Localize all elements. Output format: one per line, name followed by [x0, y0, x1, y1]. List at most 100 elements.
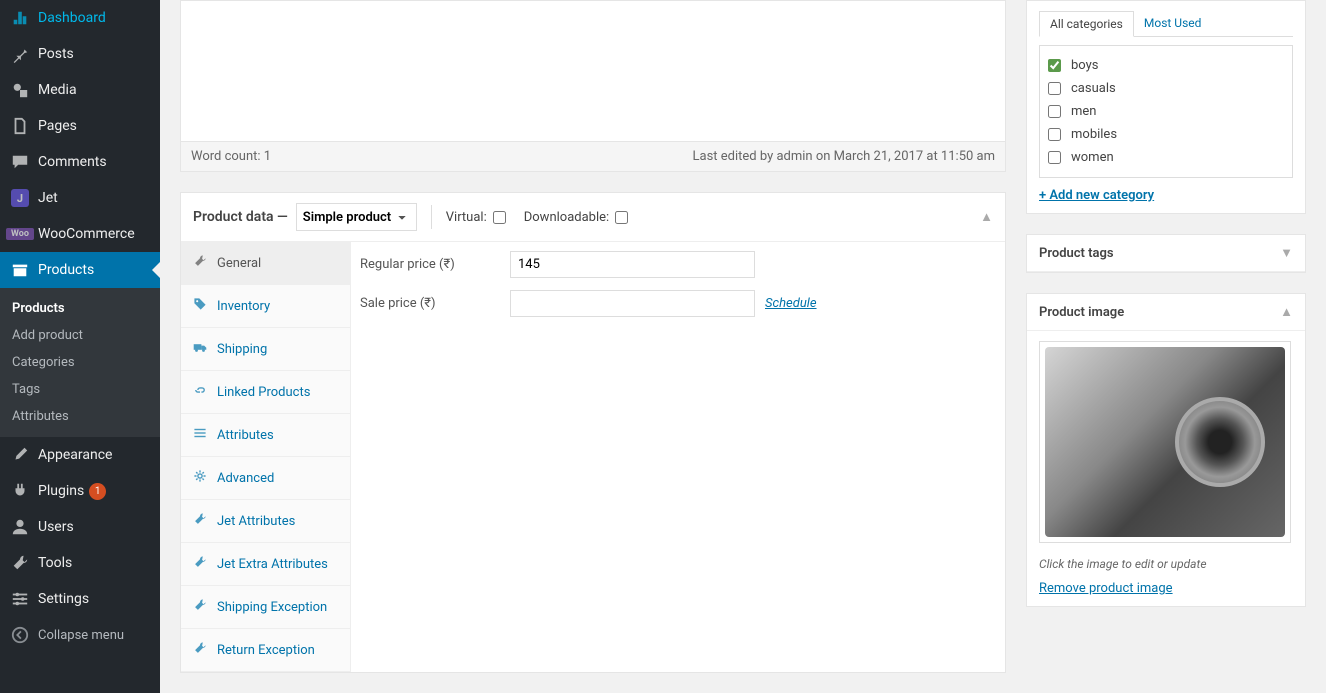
menu-appearance[interactable]: Appearance — [0, 437, 160, 473]
add-new-category-link[interactable]: + Add new category — [1039, 188, 1293, 203]
downloadable-label: Downloadable: — [524, 210, 609, 225]
panel-toggle[interactable]: ▲ — [1280, 304, 1293, 320]
menu-label: Settings — [38, 591, 89, 607]
editor-content[interactable] — [181, 1, 1005, 141]
list-icon — [193, 426, 209, 444]
tab-shipping-exception[interactable]: Shipping Exception — [181, 586, 350, 629]
comment-icon — [10, 152, 30, 172]
archive-icon — [10, 260, 30, 280]
menu-label: Tools — [38, 555, 72, 571]
tab-inventory[interactable]: Inventory — [181, 285, 350, 328]
category-checkbox[interactable] — [1048, 59, 1061, 72]
category-item[interactable]: casuals — [1048, 77, 1284, 100]
category-item[interactable]: men — [1048, 100, 1284, 123]
media-icon — [10, 80, 30, 100]
main-content: Word count: 1 Last edited by admin on Ma… — [160, 0, 1326, 693]
category-checkbox[interactable] — [1048, 82, 1061, 95]
tab-jet-attributes[interactable]: Jet Attributes — [181, 500, 350, 543]
menu-tools[interactable]: Tools — [0, 545, 160, 581]
product-data-header: Product data — Simple product Virtual: D… — [181, 193, 1005, 242]
menu-label: Plugins — [38, 483, 84, 499]
menu-comments[interactable]: Comments — [0, 144, 160, 180]
menu-users[interactable]: Users — [0, 509, 160, 545]
category-checkbox[interactable] — [1048, 151, 1061, 164]
submenu-attributes[interactable]: Attributes — [0, 403, 160, 430]
pages-icon — [10, 116, 30, 136]
category-item[interactable]: boys — [1048, 54, 1284, 77]
woo-icon: Woo — [10, 224, 30, 244]
tab-most-used[interactable]: Most Used — [1134, 11, 1212, 36]
pin-icon — [10, 44, 30, 64]
menu-settings[interactable]: Settings — [0, 581, 160, 617]
brush-icon — [10, 445, 30, 465]
wrench-icon — [193, 641, 209, 659]
category-checkbox[interactable] — [1048, 128, 1061, 141]
separator — [431, 205, 432, 229]
menu-label: Media — [38, 82, 77, 98]
camera-image — [1045, 347, 1285, 537]
category-item[interactable]: women — [1048, 146, 1284, 169]
menu-pages[interactable]: Pages — [0, 108, 160, 144]
editor-footer: Word count: 1 Last edited by admin on Ma… — [181, 141, 1005, 171]
collapse-label: Collapse menu — [38, 628, 124, 643]
panel-toggle[interactable]: ▲ — [980, 209, 993, 225]
plug-icon — [10, 481, 30, 501]
submenu-categories[interactable]: Categories — [0, 349, 160, 376]
submenu-products[interactable]: Products — [0, 295, 160, 322]
tab-advanced[interactable]: Advanced — [181, 457, 350, 500]
virtual-checkbox[interactable] — [493, 211, 506, 224]
menu-jet[interactable]: J Jet — [0, 180, 160, 216]
last-edited: Last edited by admin on March 21, 2017 a… — [693, 149, 996, 164]
remove-product-image-link[interactable]: Remove product image — [1039, 581, 1173, 596]
menu-posts[interactable]: Posts — [0, 36, 160, 72]
admin-sidebar: Dashboard Posts Media Pages Comments J J… — [0, 0, 160, 693]
product-tags-box: Product tags ▼ — [1026, 234, 1306, 273]
menu-products[interactable]: Products — [0, 252, 160, 288]
menu-media[interactable]: Media — [0, 72, 160, 108]
menu-label: Appearance — [38, 447, 112, 463]
product-image-box: Product image ▲ Click the image to edit … — [1026, 293, 1306, 607]
tab-general[interactable]: General — [181, 242, 350, 285]
tab-linked-products[interactable]: Linked Products — [181, 371, 350, 414]
products-submenu: Products Add product Categories Tags Att… — [0, 288, 160, 437]
wrench-icon — [193, 555, 209, 573]
tab-jet-extra-attributes[interactable]: Jet Extra Attributes — [181, 543, 350, 586]
link-icon — [193, 383, 209, 401]
sale-price-input[interactable] — [510, 290, 755, 317]
sale-price-label: Sale price (₹) — [360, 296, 510, 311]
virtual-label: Virtual: — [446, 210, 487, 225]
tab-shipping[interactable]: Shipping — [181, 328, 350, 371]
regular-price-label: Regular price (₹) — [360, 257, 510, 272]
tab-attributes[interactable]: Attributes — [181, 414, 350, 457]
panel-toggle[interactable]: ▼ — [1280, 245, 1293, 261]
downloadable-checkbox[interactable] — [615, 211, 628, 224]
settings-icon — [10, 589, 30, 609]
product-image-thumbnail[interactable] — [1039, 341, 1291, 543]
submenu-tags[interactable]: Tags — [0, 376, 160, 403]
menu-woocommerce[interactable]: Woo WooCommerce — [0, 216, 160, 252]
gear-icon — [193, 469, 209, 487]
jet-icon: J — [10, 188, 30, 208]
schedule-link[interactable]: Schedule — [765, 296, 817, 311]
collapse-menu[interactable]: Collapse menu — [0, 617, 160, 653]
menu-label: Pages — [38, 118, 77, 134]
word-count: Word count: 1 — [191, 149, 271, 164]
editor-box: Word count: 1 Last edited by admin on Ma… — [180, 0, 1006, 172]
image-hint: Click the image to edit or update — [1039, 557, 1293, 571]
dashboard-icon — [10, 8, 30, 28]
category-item[interactable]: mobiles — [1048, 123, 1284, 146]
tab-all-categories[interactable]: All categories — [1039, 11, 1134, 37]
collapse-icon — [10, 625, 30, 645]
menu-label: Jet — [38, 190, 58, 206]
product-type-select[interactable]: Simple product — [296, 203, 417, 231]
menu-dashboard[interactable]: Dashboard — [0, 0, 160, 36]
product-image-title: Product image — [1039, 305, 1124, 320]
regular-price-input[interactable] — [510, 251, 755, 278]
submenu-add-product[interactable]: Add product — [0, 322, 160, 349]
menu-label: Users — [38, 519, 74, 535]
wrench-icon — [193, 254, 209, 272]
product-tags-title: Product tags — [1039, 246, 1114, 261]
users-icon — [10, 517, 30, 537]
category-checkbox[interactable] — [1048, 105, 1061, 118]
menu-plugins[interactable]: Plugins 1 — [0, 473, 160, 509]
